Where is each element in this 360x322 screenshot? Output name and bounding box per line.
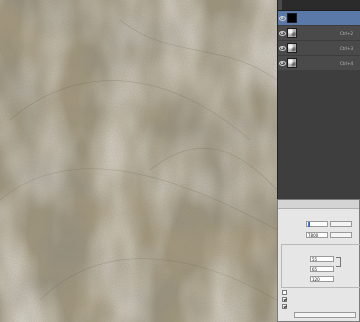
panel-tab[interactable] — [294, 0, 298, 10]
chain-link-icon — [336, 257, 341, 267]
channel-row[interactable]: Ctrl+4 — [278, 56, 360, 71]
channel-row[interactable]: Ctrl+2 — [278, 26, 360, 41]
scale-styles-option[interactable] — [282, 290, 289, 295]
resample-checkbox[interactable] — [282, 304, 287, 309]
channel-shortcut: Ctrl+3 — [340, 45, 354, 51]
marble-texture-image — [0, 0, 277, 322]
channel-shortcut: Ctrl+4 — [340, 60, 354, 66]
resample-method-select[interactable] — [294, 312, 356, 318]
height-unit-select[interactable] — [330, 232, 352, 238]
doc-height-input[interactable]: 65 — [310, 266, 334, 272]
channel-thumbnail — [287, 13, 297, 23]
height-input[interactable]: 7800 — [306, 232, 328, 238]
channel-shortcut: Ctrl+2 — [340, 30, 354, 36]
width-input[interactable] — [306, 221, 328, 227]
dialog-title[interactable] — [278, 200, 359, 209]
channel-thumbnail — [287, 28, 297, 38]
panel-tab-bar — [278, 0, 360, 11]
eye-icon[interactable] — [279, 31, 286, 36]
eye-icon[interactable] — [279, 46, 286, 51]
constrain-proportions-checkbox[interactable] — [282, 297, 287, 302]
width-unit-select[interactable] — [330, 221, 352, 227]
eye-icon[interactable] — [279, 61, 286, 66]
channel-thumbnail — [287, 43, 297, 53]
channel-thumbnail — [287, 58, 297, 68]
constrain-proportions-option[interactable] — [282, 297, 289, 302]
image-canvas[interactable] — [0, 0, 277, 322]
channel-row[interactable]: Ctrl+3 — [278, 41, 360, 56]
channel-row[interactable] — [278, 11, 360, 26]
eye-icon[interactable] — [279, 16, 286, 21]
resolution-input[interactable]: 120 — [310, 276, 334, 282]
resample-option[interactable] — [282, 304, 289, 309]
scale-styles-checkbox[interactable] — [282, 290, 287, 295]
doc-width-input[interactable]: 55 — [310, 256, 334, 262]
image-size-dialog: 7800 55 65 120 — [277, 199, 360, 322]
